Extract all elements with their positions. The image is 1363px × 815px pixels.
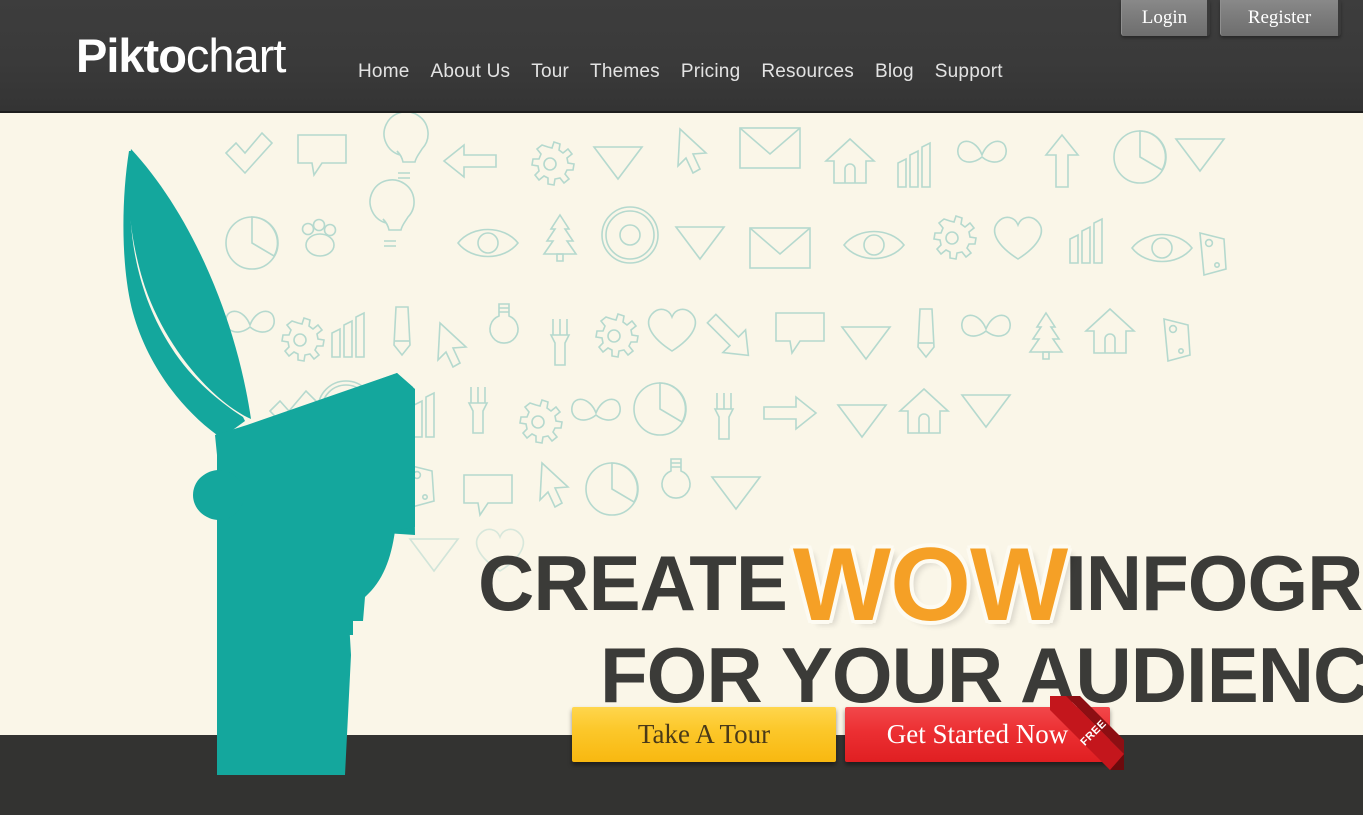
login-button[interactable]: Login [1121,0,1210,36]
hero-section: CREATEWOWINFOGRAPHIC FOR YOUR AUDIENCE [0,113,1363,735]
headline-infographic-text: INFOGRAPHIC [1065,539,1363,627]
logo-light-part: chart [185,29,286,82]
free-ribbon-label: FREE [1078,717,1109,749]
logo-bold-part: Pikto [76,29,187,82]
headline-wow-text: WOW [792,527,1068,643]
headline-line-2: FOR YOUR AUDIENCE [600,630,1363,719]
site-header: Piktochart Home About Us Tour Themes Pri… [0,0,1363,113]
site-logo[interactable]: Piktochart [76,29,286,82]
headline-line-1: CREATEWOWINFOGRAPHIC [478,528,1363,637]
nav-item-about-us[interactable]: About Us [430,62,531,81]
register-button[interactable]: Register [1220,0,1341,36]
main-navigation: Home About Us Tour Themes Pricing Resour… [358,62,1024,81]
nav-item-support[interactable]: Support [935,62,1024,81]
nav-item-tour[interactable]: Tour [531,62,590,81]
take-a-tour-button[interactable]: Take A Tour [572,707,836,762]
nav-item-blog[interactable]: Blog [875,62,935,81]
nav-item-home[interactable]: Home [358,62,430,81]
headline-create-text: CREATE [478,539,788,627]
hero-headline: CREATEWOWINFOGRAPHIC FOR YOUR AUDIENCE [478,528,1363,719]
hero-cta-group: Take A Tour Get Started Now FREE [572,696,1124,770]
nav-item-resources[interactable]: Resources [761,62,875,81]
get-started-now-button[interactable]: Get Started Now FREE [845,696,1124,770]
landing-page: Piktochart Home About Us Tour Themes Pri… [0,0,1363,815]
get-started-label: Get Started Now [886,719,1069,749]
auth-buttons: Login Register [1121,0,1341,36]
nav-item-themes[interactable]: Themes [590,62,681,81]
nav-item-pricing[interactable]: Pricing [681,62,761,81]
